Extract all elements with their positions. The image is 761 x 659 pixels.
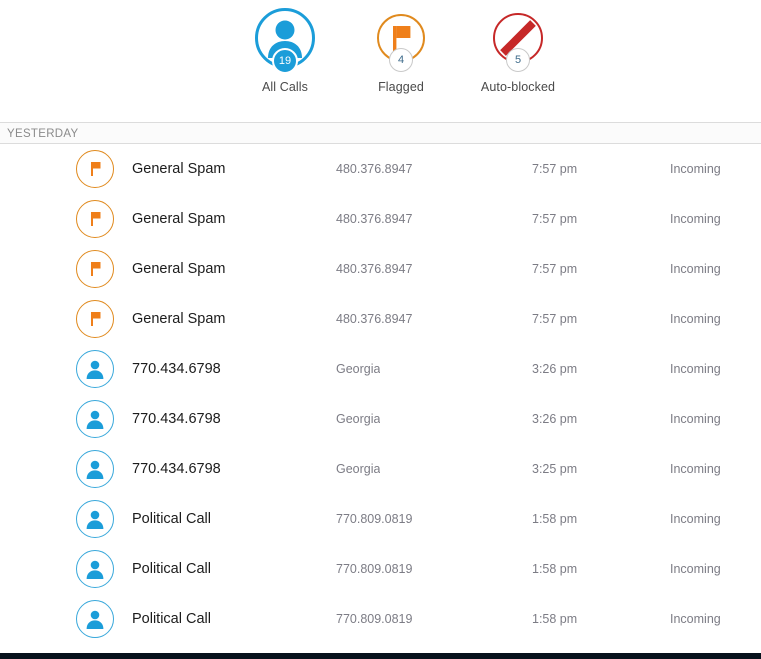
call-detail: 480.376.8947 — [336, 212, 413, 226]
summary-tab-bar: 19 All Calls 4 Flagged 5 Auto-blocked — [0, 0, 761, 122]
call-detail: 770.809.0819 — [336, 562, 413, 576]
call-detail: Georgia — [336, 362, 381, 376]
call-time: 7:57 pm — [532, 162, 578, 176]
call-name: 770.434.6798 — [132, 361, 221, 377]
call-direction: Incoming — [670, 412, 721, 426]
call-log-list: General Spam 480.376.8947 7:57 pm Incoming G… — [0, 144, 761, 644]
call-log-row[interactable]: General Spam 480.376.8947 7:57 pm Incoming — [0, 294, 761, 344]
call-log-row[interactable]: 770.434.6798 Georgia 3:25 pm Incoming — [0, 444, 761, 494]
person-icon — [76, 600, 114, 638]
call-detail: 770.809.0819 — [336, 612, 413, 626]
person-icon — [76, 350, 114, 388]
call-name: Political Call — [132, 511, 211, 527]
call-log-row[interactable]: 770.434.6798 Georgia 3:26 pm Incoming — [0, 394, 761, 444]
person-icon — [76, 450, 114, 488]
call-name: Political Call — [132, 611, 211, 627]
call-direction: Incoming — [670, 312, 721, 326]
call-time: 3:26 pm — [532, 362, 578, 376]
call-direction: Incoming — [670, 162, 721, 176]
auto-blocked-label: Auto-blocked — [480, 80, 556, 94]
call-detail: 480.376.8947 — [336, 312, 413, 326]
flag-icon — [76, 300, 114, 338]
call-log-row[interactable]: Political Call 770.809.0819 1:58 pm Incomin… — [0, 544, 761, 594]
call-log-row[interactable]: General Spam 480.376.8947 7:57 pm Incoming — [0, 244, 761, 294]
call-time: 7:57 pm — [532, 212, 578, 226]
flagged-label: Flagged — [378, 80, 424, 94]
auto-blocked-icon-wrap: 5 — [453, 8, 583, 76]
call-direction: Incoming — [670, 612, 721, 626]
person-icon — [76, 500, 114, 538]
call-direction: Incoming — [670, 212, 721, 226]
call-time: 7:57 pm — [532, 262, 578, 276]
all-calls-icon-wrap: 19 — [220, 8, 350, 76]
flag-icon — [76, 150, 114, 188]
call-name: 770.434.6798 — [132, 461, 221, 477]
call-log-row[interactable]: General Spam 480.376.8947 7:57 pm Incoming — [0, 144, 761, 194]
call-log-row[interactable]: 770.434.6798 Georgia 3:26 pm Incoming — [0, 344, 761, 394]
all-calls-label: All Calls — [261, 80, 309, 94]
call-direction: Incoming — [670, 462, 721, 476]
call-detail: 480.376.8947 — [336, 162, 413, 176]
call-name: General Spam — [132, 311, 226, 327]
auto-blocked-count-badge: 5 — [506, 48, 530, 72]
person-icon — [76, 400, 114, 438]
call-log-row[interactable]: Political Call 770.809.0819 1:58 pm Incomin… — [0, 494, 761, 544]
flag-icon — [76, 200, 114, 238]
call-detail: 770.809.0819 — [336, 512, 413, 526]
flagged-icon-wrap: 4 — [336, 8, 466, 76]
flag-icon — [76, 250, 114, 288]
section-header-yesterday: YESTERDAY — [0, 122, 761, 144]
call-name: General Spam — [132, 261, 226, 277]
call-detail: Georgia — [336, 412, 381, 426]
all-calls-count-badge: 19 — [272, 48, 298, 74]
call-name: 770.434.6798 — [132, 411, 221, 427]
call-time: 1:58 pm — [532, 612, 578, 626]
call-time: 1:58 pm — [532, 562, 578, 576]
call-direction: Incoming — [670, 262, 721, 276]
call-name: General Spam — [132, 211, 226, 227]
flagged-count-badge: 4 — [389, 48, 413, 72]
person-icon — [76, 550, 114, 588]
call-time: 3:26 pm — [532, 412, 578, 426]
call-direction: Incoming — [670, 512, 721, 526]
call-log-row[interactable]: Political Call 770.809.0819 1:58 pm Incomin… — [0, 594, 761, 644]
call-time: 3:25 pm — [532, 462, 578, 476]
call-name: Political Call — [132, 561, 211, 577]
call-detail: Georgia — [336, 462, 381, 476]
summary-tab-auto-blocked[interactable]: 5 Auto-blocked — [453, 8, 583, 94]
bottom-edge-strip — [0, 653, 761, 659]
call-time: 1:58 pm — [532, 512, 578, 526]
call-detail: 480.376.8947 — [336, 262, 413, 276]
call-name: General Spam — [132, 161, 226, 177]
call-time: 7:57 pm — [532, 312, 578, 326]
summary-tab-flagged[interactable]: 4 Flagged — [336, 8, 466, 94]
summary-tab-all-calls[interactable]: 19 All Calls — [220, 8, 350, 94]
call-direction: Incoming — [670, 562, 721, 576]
call-direction: Incoming — [670, 362, 721, 376]
call-log-row[interactable]: General Spam 480.376.8947 7:57 pm Incoming — [0, 194, 761, 244]
